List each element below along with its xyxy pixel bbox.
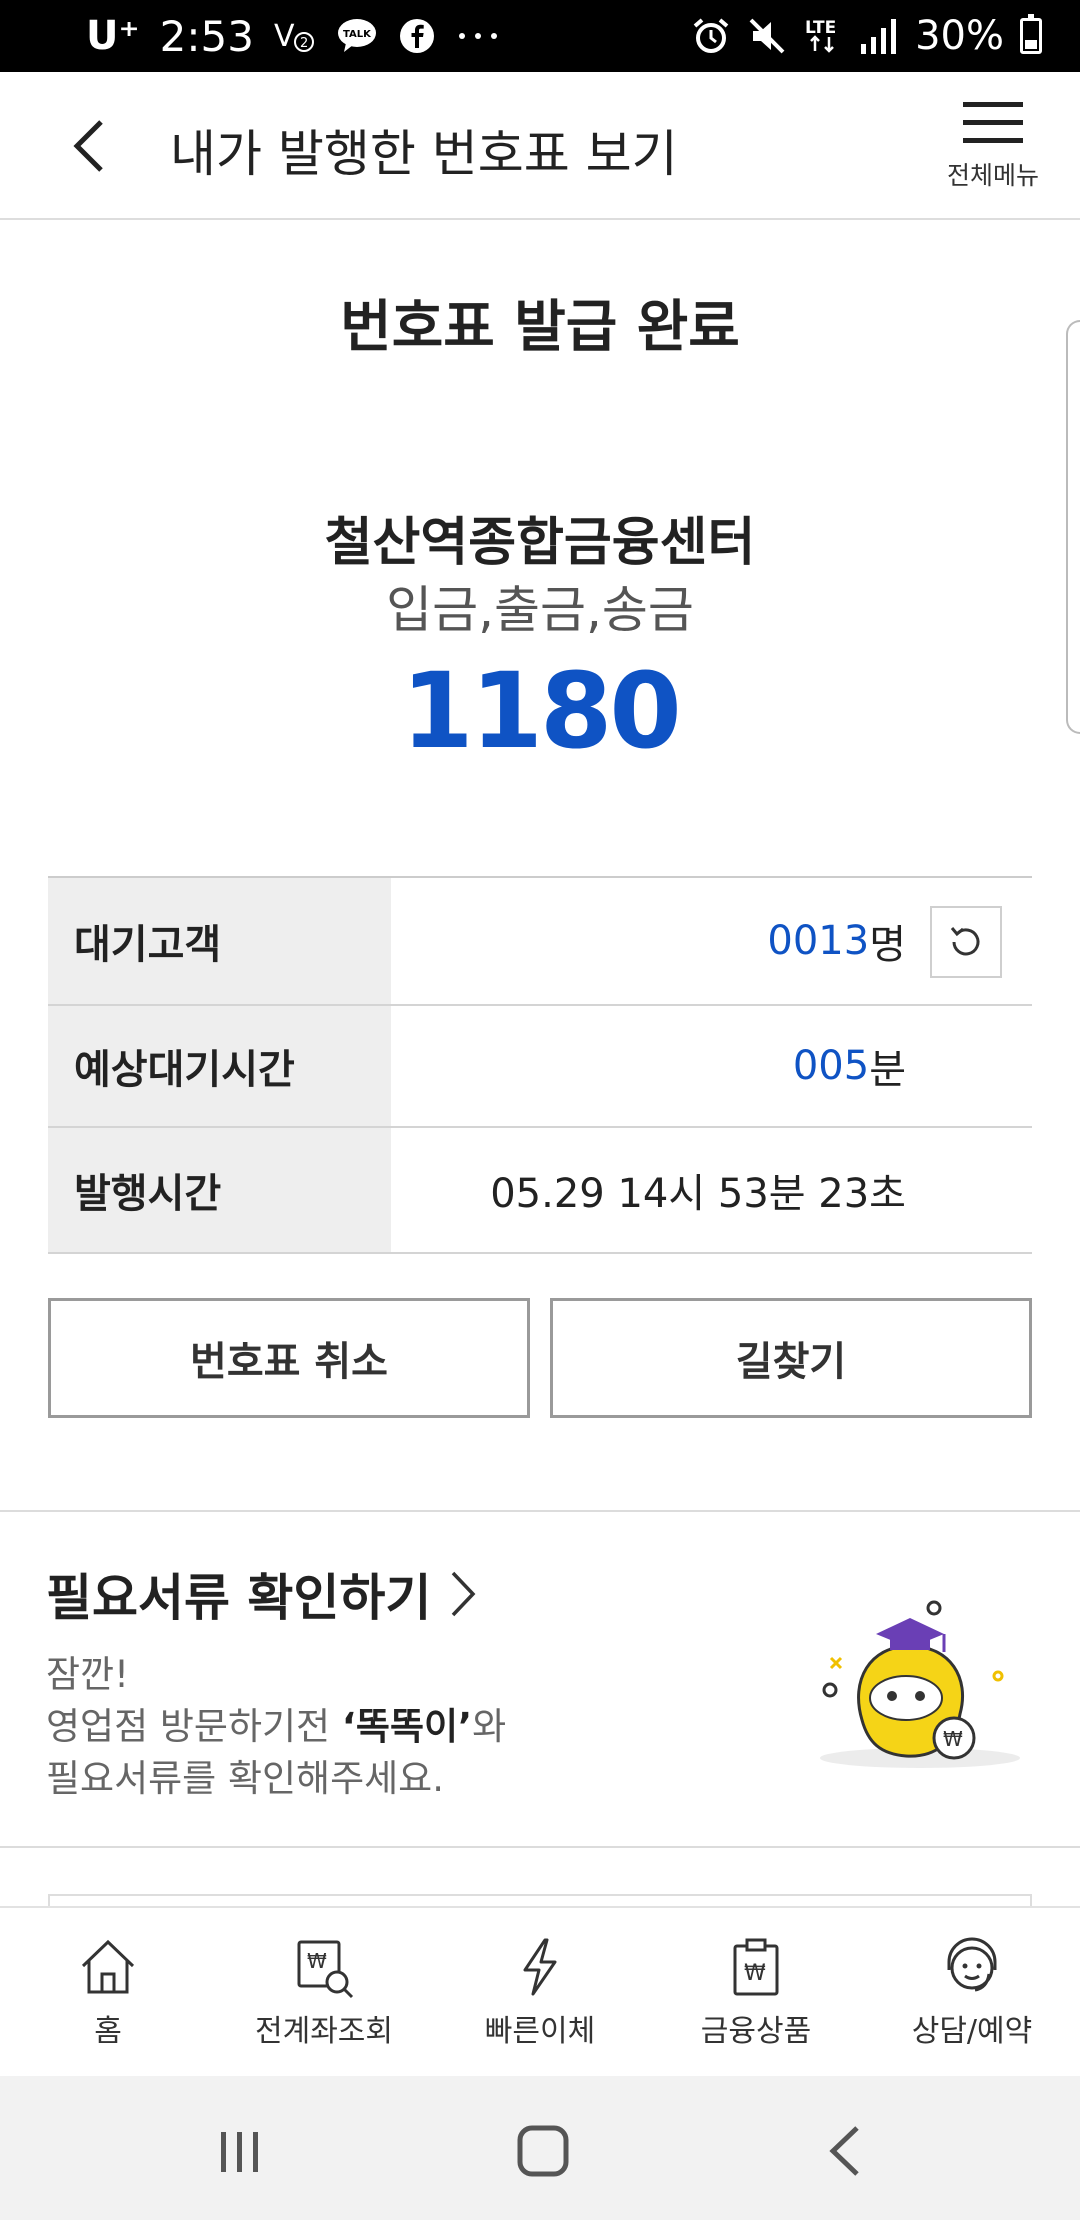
svg-text:LTE: LTE (805, 18, 836, 38)
docs-notice-bold: ‘똑똑이’ (341, 1705, 473, 1748)
nav-quick-transfer[interactable]: 빠른이체 (432, 1908, 648, 2076)
directions-button[interactable]: 길찾기 (550, 1298, 1032, 1418)
home-square-icon (517, 2125, 569, 2177)
nav-label: 전계좌조회 (255, 2014, 393, 2049)
svg-text:2: 2 (300, 36, 308, 51)
home-icon (81, 1939, 135, 1994)
svg-text:₩: ₩ (744, 1961, 766, 1986)
refresh-button[interactable] (930, 906, 1002, 978)
home-system-button[interactable] (508, 2116, 578, 2186)
cancel-ticket-button[interactable]: 번호표 취소 (48, 1298, 530, 1418)
recent-apps-button[interactable] (205, 2116, 275, 2186)
waiting-customers-value: 0013 명 (391, 878, 1032, 1004)
back-chevron-icon (829, 2126, 859, 2176)
nav-label: 상담/예약 (911, 2014, 1033, 2049)
required-docs-link[interactable]: 필요서류 확인하기 (46, 1558, 477, 1630)
app-header: 내가 발행한 번호표 보기 전체메뉴 (0, 72, 1080, 220)
full-menu-button[interactable]: 전체메뉴 (938, 100, 1048, 200)
nav-label: 빠른이체 (484, 2014, 596, 2049)
waiting-count: 0013 (767, 918, 870, 964)
waiting-customers-row: 대기고객 0013 명 (48, 878, 1032, 1006)
battery-icon (1020, 14, 1042, 54)
signal-icon (859, 18, 899, 54)
svg-text:₩: ₩ (943, 1727, 963, 1751)
mute-icon (747, 16, 787, 56)
svg-text:V: V (274, 19, 295, 54)
system-navigation-bar (0, 2076, 1080, 2220)
issued-time-row: 발행시간 05.29 14시 53분 23초 (48, 1128, 1032, 1254)
queue-info-table: 대기고객 0013 명 예상대기시간 005 분 발행시간 05.29 14시 53… (48, 876, 1032, 1254)
waiting-unit: 명 (869, 922, 906, 968)
hamburger-menu-icon (963, 102, 1023, 143)
alarm-icon (691, 16, 731, 56)
battery-percent: 30% (915, 13, 1004, 59)
estimated-wait-value: 005 분 (391, 1006, 1032, 1126)
estimated-wait-row: 예상대기시간 005 분 (48, 1006, 1032, 1128)
lightning-icon (523, 1938, 557, 1996)
service-type: 입금,출금,송금 (386, 581, 694, 639)
svg-text:TALK: TALK (343, 29, 372, 40)
facebook-icon (398, 17, 436, 55)
nav-consult-reserve[interactable]: 상담/예약 (864, 1908, 1080, 2076)
chevron-left-icon (73, 120, 103, 172)
required-docs-title: 필요서류 확인하기 (46, 1569, 432, 1627)
docs-notice-text: 영업점 방문하기전 (46, 1705, 342, 1748)
nav-label: 홈 (94, 2014, 122, 2049)
voice-call-icon: V2 (274, 16, 316, 56)
ticket-number: 1180 (401, 650, 681, 772)
section-divider (0, 1510, 1080, 1512)
nav-label: 금융상품 (700, 2014, 812, 2049)
bottom-navigation: 홈 ₩ 전계좌조회 빠른이체 ₩ 금융상품 상담/예약 (0, 1906, 1080, 2076)
estimated-wait-label: 예상대기시간 (48, 1006, 391, 1126)
nav-home[interactable]: 홈 (0, 1908, 216, 2076)
edge-panel-handle[interactable] (1066, 320, 1080, 734)
docs-notice-line: 영업점 방문하기전 ‘똑똑이’와 (46, 1696, 506, 1750)
issue-complete-title: 번호표 발급 완료 (340, 295, 740, 360)
more-notifications-icon (456, 31, 500, 41)
refresh-icon (950, 927, 980, 956)
eta-unit: 분 (869, 1047, 906, 1093)
issued-time-label: 발행시간 (48, 1128, 391, 1252)
docs-notice-line: 필요서류를 확인해주세요. (46, 1757, 444, 1800)
status-time: 2:53 (159, 11, 254, 61)
nav-all-accounts[interactable]: ₩ 전계좌조회 (216, 1908, 432, 2076)
lte-icon: LTE (803, 15, 843, 57)
headset-agent-icon (947, 1937, 997, 1992)
docs-notice-line: 잠깐! (46, 1653, 129, 1696)
status-bar: U⁺ 2:53 V2 TALK LTE 30% (0, 0, 1080, 72)
chevron-right-icon (452, 1571, 476, 1617)
eta-minutes: 005 (792, 1043, 870, 1089)
docs-notice-text: 와 (472, 1705, 507, 1748)
account-search-icon: ₩ (297, 1940, 354, 1999)
waiting-customers-label: 대기고객 (48, 878, 391, 1004)
recent-apps-icon (221, 2132, 258, 2172)
carrier-label: U⁺ (86, 13, 140, 59)
menu-label: 전체메뉴 (946, 161, 1039, 190)
nav-financial-products[interactable]: ₩ 금융상품 (648, 1908, 864, 2076)
branch-name: 철산역종합금융센터 (324, 513, 756, 573)
page-title: 내가 발행한 번호표 보기 (170, 125, 678, 183)
svg-text:₩: ₩ (307, 1949, 327, 1973)
issued-time-value: 05.29 14시 53분 23초 (490, 1171, 906, 1217)
mascot-illustration: ₩ (820, 1600, 1020, 1768)
section-divider (0, 1846, 1080, 1848)
clipboard-won-icon: ₩ (733, 1938, 779, 1996)
back-system-button[interactable] (810, 2116, 880, 2186)
kakaotalk-icon: TALK (336, 17, 378, 55)
back-button[interactable] (58, 116, 118, 176)
